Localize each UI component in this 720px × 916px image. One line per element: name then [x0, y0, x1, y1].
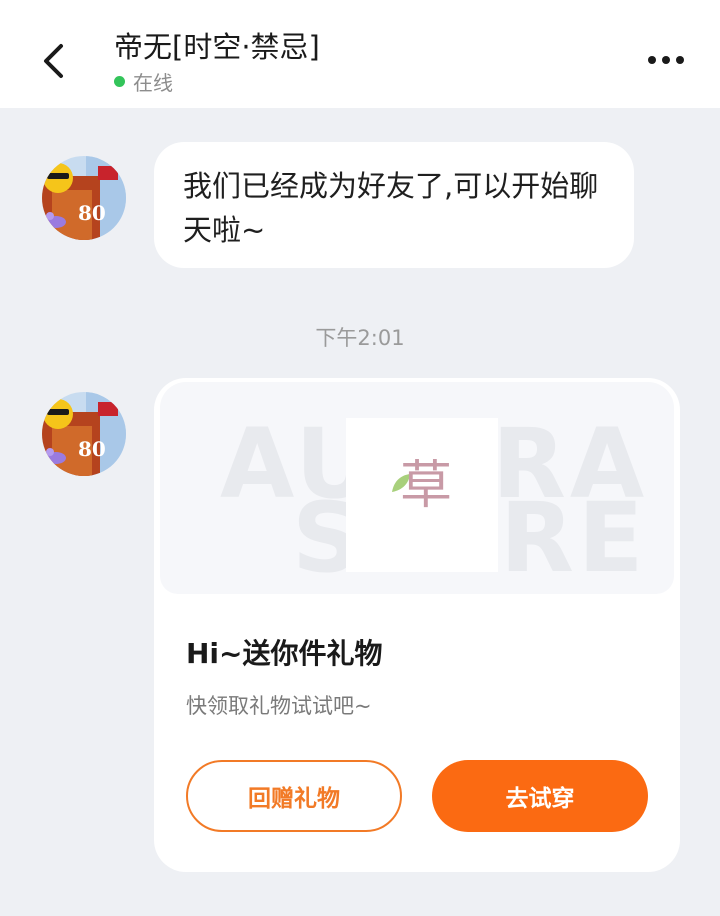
message-text: 我们已经成为好友了,可以开始聊天啦~ — [183, 169, 599, 247]
chat-header: 帝无[时空·禁忌] 在线 — [0, 0, 720, 108]
contact-name: 帝无[时空·禁忌] — [114, 30, 320, 64]
avatar[interactable]: 80 — [42, 392, 126, 476]
online-status: 在线 — [114, 68, 173, 95]
banner-watermark: RE — [500, 482, 648, 594]
system-message-bubble: 我们已经成为好友了,可以开始聊天啦~ — [154, 142, 634, 268]
back-button[interactable] — [30, 36, 80, 86]
status-text: 在线 — [133, 70, 173, 95]
gift-title: Hi~送你件礼物 — [186, 637, 383, 670]
online-dot-icon — [114, 75, 125, 87]
gift-banner: AU RA S RE 草 — [160, 382, 674, 594]
product-glyph: 草 — [400, 456, 453, 516]
gift-product-image: 草 — [346, 418, 498, 572]
return-gift-button[interactable]: 回赠礼物 — [186, 760, 402, 832]
try-on-button[interactable]: 去试穿 — [432, 760, 648, 832]
more-button[interactable] — [646, 48, 686, 72]
more-horizontal-icon — [648, 56, 684, 64]
gift-subtitle: 快领取礼物试试吧~ — [186, 694, 372, 718]
avatar[interactable]: 80 — [42, 156, 126, 240]
svg-text:80: 80 — [78, 437, 106, 461]
message-timestamp: 下午2:01 — [315, 326, 405, 350]
gift-card[interactable]: AU RA S RE 草 Hi~送你件礼物 快领取礼物试试吧~ 回赠礼物 去试穿 — [154, 378, 680, 872]
svg-text:80: 80 — [78, 201, 106, 225]
chevron-left-icon — [44, 44, 63, 78]
